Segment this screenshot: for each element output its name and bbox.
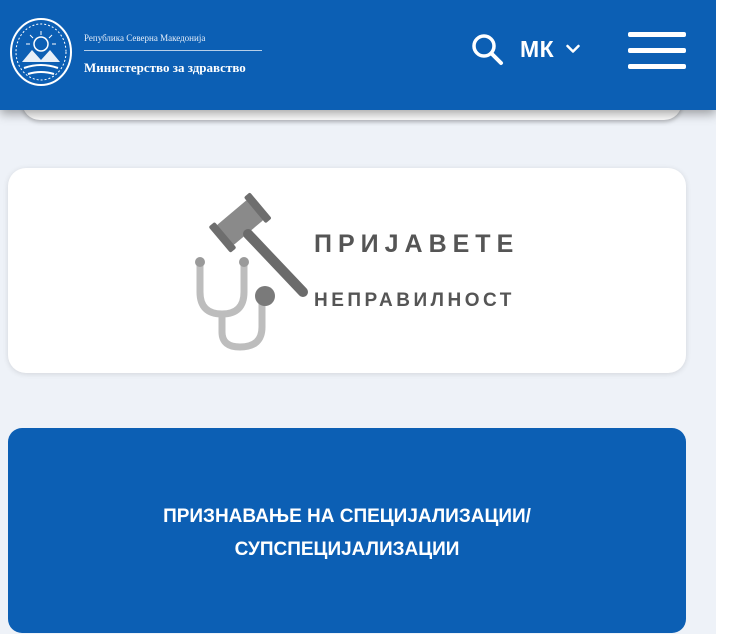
- report-subtitle: НЕПРАВИЛНОСТ: [314, 290, 515, 311]
- menu-bar-top: [628, 32, 686, 37]
- report-irregularity-card[interactable]: ПРИЈАВЕТЕ НЕПРАВИЛНОСТ: [8, 168, 686, 373]
- scrollbar[interactable]: [716, 0, 729, 634]
- language-label: МК: [520, 35, 555, 62]
- specialization-card-text: ПРИЗНАВАЊЕ НА СПЕЦИЈАЛИЗАЦИИ/ СУПСПЕЦИЈА…: [8, 500, 686, 566]
- gavel-stethoscope-illustration: [195, 193, 308, 351]
- coat-of-arms-icon[interactable]: [8, 16, 74, 88]
- brand-divider: [84, 50, 262, 51]
- specialization-recognition-card[interactable]: ПРИЗНАВАЊЕ НА СПЕЦИЈАЛИЗАЦИИ/ СУПСПЕЦИЈА…: [8, 428, 686, 633]
- ministry-name[interactable]: Министерство за здравство: [84, 60, 246, 76]
- country-name: Република Северна Македонија: [84, 33, 206, 43]
- menu-bar-middle: [628, 48, 686, 53]
- hamburger-menu-icon[interactable]: [628, 30, 686, 72]
- menu-bar-bottom: [628, 64, 686, 69]
- stethoscope-icon: [196, 258, 266, 351]
- gavel-icon: [209, 193, 308, 297]
- page: Република Северна Македонија Министерств…: [0, 0, 716, 634]
- chevron-down-icon: [566, 44, 580, 53]
- report-title: ПРИЈАВЕТЕ: [314, 230, 520, 258]
- search-icon[interactable]: [470, 32, 506, 68]
- specialization-line-1: ПРИЗНАВАЊЕ НА СПЕЦИЈАЛИЗАЦИИ/: [163, 506, 531, 527]
- site-header: Република Северна Македонија Министерств…: [0, 0, 716, 110]
- specialization-line-2: СУПСПЕЦИЈАЛИЗАЦИИ: [234, 539, 460, 560]
- language-selector[interactable]: МК: [520, 34, 580, 64]
